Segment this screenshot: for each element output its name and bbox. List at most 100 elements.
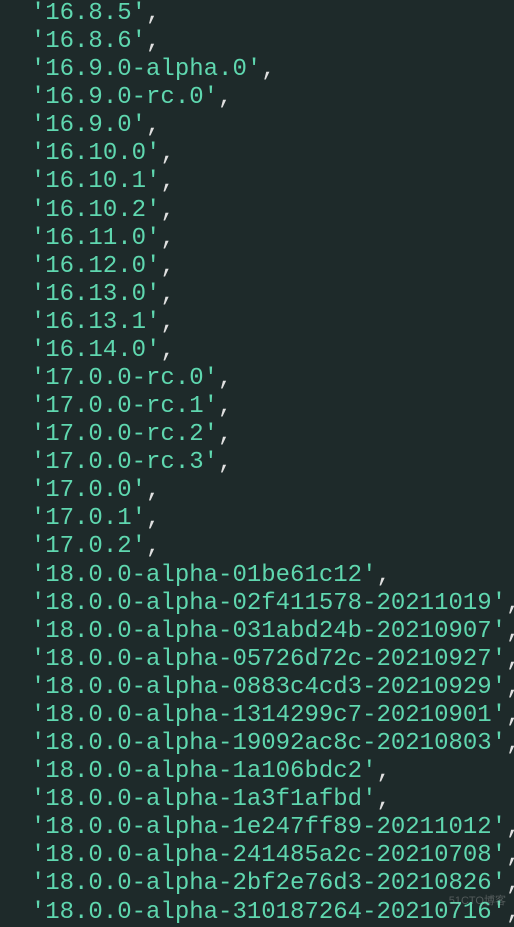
code-line: '18.0.0-alpha-1a3f1afbd', bbox=[2, 786, 512, 814]
version-string: '18.0.0-alpha-2bf2e76d3-20210826' bbox=[31, 870, 506, 897]
version-string: '16.14.0' bbox=[31, 337, 161, 364]
version-string: '18.0.0-alpha-02f411578-20211019' bbox=[31, 590, 506, 617]
code-line: '16.9.0', bbox=[2, 112, 512, 140]
comma: , bbox=[146, 533, 160, 560]
version-string: '17.0.0-rc.3' bbox=[31, 449, 218, 476]
code-line: '17.0.2', bbox=[2, 533, 512, 561]
comma: , bbox=[160, 140, 174, 167]
version-string: '16.12.0' bbox=[31, 253, 161, 280]
code-line: '17.0.0-rc.2', bbox=[2, 421, 512, 449]
comma: , bbox=[218, 84, 232, 111]
code-line: '17.0.0-rc.3', bbox=[2, 449, 512, 477]
comma: , bbox=[218, 421, 232, 448]
comma: , bbox=[146, 477, 160, 504]
comma: , bbox=[160, 309, 174, 336]
version-string: '16.10.2' bbox=[31, 197, 161, 224]
version-string: '18.0.0-alpha-1a106bdc2' bbox=[31, 758, 377, 785]
code-line: '16.10.2', bbox=[2, 197, 512, 225]
version-string: '16.10.1' bbox=[31, 168, 161, 195]
version-string: '16.10.0' bbox=[31, 140, 161, 167]
version-string: '16.13.1' bbox=[31, 309, 161, 336]
code-line: '18.0.0-alpha-031abd24b-20210907', bbox=[2, 618, 512, 646]
code-line: '18.0.0-alpha-2bf2e76d3-20210826', bbox=[2, 870, 512, 898]
version-string: '17.0.0' bbox=[31, 477, 146, 504]
comma: , bbox=[506, 590, 514, 617]
version-string: '16.8.5' bbox=[31, 0, 146, 27]
code-line: '18.0.0-alpha-310187264-20210716', bbox=[2, 899, 512, 927]
version-string: '16.8.6' bbox=[31, 28, 146, 55]
comma: , bbox=[376, 758, 390, 785]
comma: , bbox=[160, 281, 174, 308]
comma: , bbox=[506, 646, 514, 673]
version-string: '17.0.1' bbox=[31, 505, 146, 532]
code-line: '18.0.0-alpha-1e247ff89-20211012', bbox=[2, 814, 512, 842]
version-string: '16.9.0-alpha.0' bbox=[31, 56, 261, 83]
comma: , bbox=[376, 786, 390, 813]
version-string: '16.11.0' bbox=[31, 225, 161, 252]
code-line: '18.0.0-alpha-05726d72c-20210927', bbox=[2, 646, 512, 674]
version-string: '17.0.0-rc.2' bbox=[31, 421, 218, 448]
version-string: '17.0.2' bbox=[31, 533, 146, 560]
version-string: '17.0.0-rc.1' bbox=[31, 393, 218, 420]
version-string: '18.0.0-alpha-310187264-20210716' bbox=[31, 899, 506, 926]
code-line: '16.9.0-alpha.0', bbox=[2, 56, 512, 84]
comma: , bbox=[160, 168, 174, 195]
code-line: '18.0.0-alpha-1a106bdc2', bbox=[2, 758, 512, 786]
version-string: '16.9.0-rc.0' bbox=[31, 84, 218, 111]
version-string: '18.0.0-alpha-0883c4cd3-20210929' bbox=[31, 674, 506, 701]
comma: , bbox=[218, 365, 232, 392]
comma: , bbox=[160, 197, 174, 224]
comma: , bbox=[506, 899, 514, 926]
version-string: '17.0.0-rc.0' bbox=[31, 365, 218, 392]
version-string: '18.0.0-alpha-01be61c12' bbox=[31, 562, 377, 589]
code-line: '16.13.0', bbox=[2, 281, 512, 309]
version-string: '16.9.0' bbox=[31, 112, 146, 139]
comma: , bbox=[506, 870, 514, 897]
code-line: '17.0.0', bbox=[2, 477, 512, 505]
code-line: '16.8.6', bbox=[2, 28, 512, 56]
comma: , bbox=[506, 618, 514, 645]
version-string: '18.0.0-alpha-1314299c7-20210901' bbox=[31, 702, 506, 729]
comma: , bbox=[160, 253, 174, 280]
code-line: '16.12.0', bbox=[2, 253, 512, 281]
comma: , bbox=[506, 814, 514, 841]
code-line: '18.0.0-alpha-01be61c12', bbox=[2, 562, 512, 590]
comma: , bbox=[160, 225, 174, 252]
code-line: '16.9.0-rc.0', bbox=[2, 84, 512, 112]
comma: , bbox=[160, 337, 174, 364]
watermark-text: 51CTO博客 bbox=[449, 895, 506, 908]
comma: , bbox=[146, 112, 160, 139]
code-line: '18.0.0-alpha-02f411578-20211019', bbox=[2, 590, 512, 618]
comma: , bbox=[218, 449, 232, 476]
version-string: '16.13.0' bbox=[31, 281, 161, 308]
version-string: '18.0.0-alpha-241485a2c-20210708' bbox=[31, 842, 506, 869]
version-string: '18.0.0-alpha-05726d72c-20210927' bbox=[31, 646, 506, 673]
comma: , bbox=[506, 702, 514, 729]
version-string: '18.0.0-alpha-031abd24b-20210907' bbox=[31, 618, 506, 645]
comma: , bbox=[376, 562, 390, 589]
comma: , bbox=[146, 505, 160, 532]
code-line: '16.11.0', bbox=[2, 225, 512, 253]
version-string: '18.0.0-alpha-1a3f1afbd' bbox=[31, 786, 377, 813]
code-line: '17.0.0-rc.1', bbox=[2, 393, 512, 421]
code-line: '18.0.0-alpha-1314299c7-20210901', bbox=[2, 702, 512, 730]
comma: , bbox=[218, 393, 232, 420]
code-line: '16.13.1', bbox=[2, 309, 512, 337]
code-line: '16.14.0', bbox=[2, 337, 512, 365]
code-line: '18.0.0-alpha-0883c4cd3-20210929', bbox=[2, 674, 512, 702]
comma: , bbox=[146, 28, 160, 55]
version-string: '18.0.0-alpha-19092ac8c-20210803' bbox=[31, 730, 506, 757]
comma: , bbox=[261, 56, 275, 83]
code-line: '16.8.5', bbox=[2, 0, 512, 28]
code-line: '18.0.0-alpha-241485a2c-20210708', bbox=[2, 842, 512, 870]
code-line: '16.10.0', bbox=[2, 140, 512, 168]
code-line: '18.0.0-alpha-19092ac8c-20210803', bbox=[2, 730, 512, 758]
code-line: '17.0.1', bbox=[2, 505, 512, 533]
comma: , bbox=[506, 842, 514, 869]
code-line: '16.10.1', bbox=[2, 168, 512, 196]
code-line: '17.0.0-rc.0', bbox=[2, 365, 512, 393]
version-string: '18.0.0-alpha-1e247ff89-20211012' bbox=[31, 814, 506, 841]
comma: , bbox=[506, 730, 514, 757]
code-block: '16.8.5', '16.8.6', '16.9.0-alpha.0', '1… bbox=[0, 0, 514, 927]
comma: , bbox=[146, 0, 160, 27]
